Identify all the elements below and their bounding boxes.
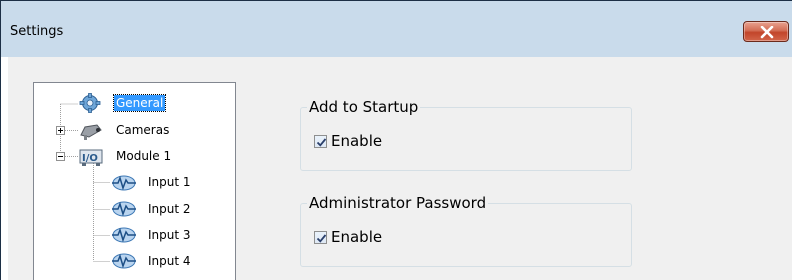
tree-item-label: Input 2 (148, 202, 191, 216)
tree-item-module-1[interactable]: Module 1 (114, 147, 173, 165)
settings-tree[interactable]: General Cameras I/O Module 1 Input 1 Inp… (33, 82, 236, 280)
password-group: Administrator Password Enable (300, 194, 632, 267)
title-bar[interactable]: Settings (1, 1, 792, 57)
tree-item-general[interactable]: General (112, 94, 167, 112)
checkmark-icon (316, 137, 327, 147)
expand-cameras-toggle[interactable] (56, 126, 65, 135)
startup-enable-option[interactable]: Enable (314, 132, 382, 150)
tree-item-label: Module 1 (116, 149, 172, 163)
tree-item-label: Input 3 (148, 228, 191, 242)
tree-item-cameras[interactable]: Cameras (114, 121, 171, 139)
signal-icon (111, 200, 137, 221)
window-title: Settings (10, 24, 64, 39)
tree-item-input-3[interactable]: Input 3 (146, 226, 193, 244)
startup-enable-label: Enable (331, 132, 383, 150)
collapse-module-toggle[interactable] (56, 152, 65, 161)
gear-icon (79, 93, 101, 116)
signal-icon (111, 226, 137, 247)
password-enable-label: Enable (331, 228, 383, 246)
password-enable-checkbox[interactable] (314, 230, 327, 244)
camera-icon (79, 121, 103, 144)
close-icon (760, 26, 774, 39)
tree-item-label: Input 1 (148, 175, 191, 189)
module-icon: I/O (79, 147, 103, 170)
tree-item-input-2[interactable]: Input 2 (146, 200, 193, 218)
password-group-title: Administrator Password (307, 194, 489, 212)
tree-item-input-4[interactable]: Input 4 (146, 252, 193, 270)
settings-content: General Cameras I/O Module 1 Input 1 Inp… (8, 57, 792, 280)
svg-text:I/O: I/O (82, 153, 98, 164)
startup-group: Add to Startup Enable (300, 98, 632, 171)
startup-group-title: Add to Startup (307, 98, 421, 116)
tree-item-label: General (112, 94, 167, 112)
password-enable-option[interactable]: Enable (314, 228, 382, 246)
signal-icon (111, 174, 137, 195)
close-button[interactable] (743, 21, 789, 42)
tree-item-label: Cameras (116, 123, 170, 137)
signal-icon (111, 252, 137, 273)
tree-item-input-1[interactable]: Input 1 (146, 173, 193, 191)
settings-window: Settings General Cameras I/O Module 1 In… (0, 0, 792, 280)
checkmark-icon (316, 233, 327, 243)
startup-enable-checkbox[interactable] (314, 134, 327, 148)
tree-item-label: Input 4 (148, 254, 191, 268)
